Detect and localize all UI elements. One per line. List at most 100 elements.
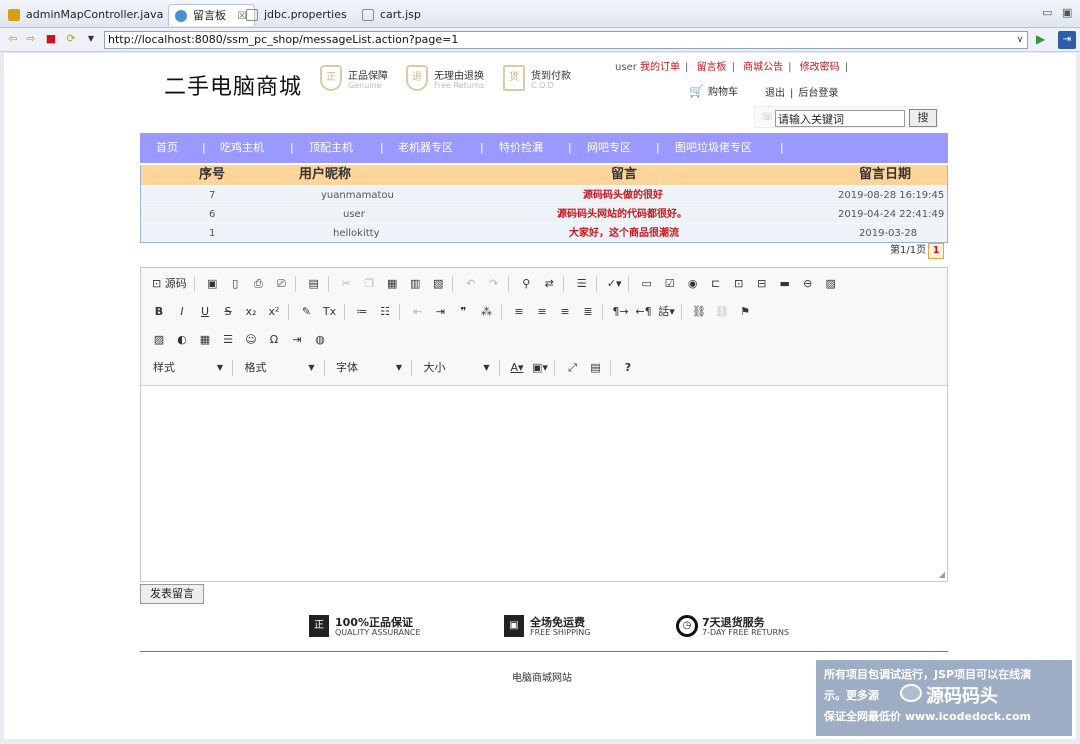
link-announcements[interactable]: 商城公告: [743, 62, 783, 73]
table-icon[interactable]: ▦: [195, 330, 215, 350]
nav-budget-zone[interactable]: 图吧垃圾佬专区: [675, 133, 752, 163]
minimize-icon[interactable]: ▭: [1042, 6, 1052, 19]
templates-icon[interactable]: ▤: [304, 274, 324, 294]
forward-icon[interactable]: ⇨: [24, 32, 38, 46]
cart-link[interactable]: 🛒 购物车: [689, 83, 738, 98]
iframe-icon[interactable]: ◍: [310, 330, 330, 350]
find-icon[interactable]: ⚲: [516, 274, 536, 294]
post-message-button[interactable]: 发表留言: [140, 584, 204, 604]
admin-login-link[interactable]: 后台登录: [798, 88, 838, 99]
paste-word-icon[interactable]: ▧: [428, 274, 448, 294]
align-right-icon[interactable]: ≡: [555, 302, 575, 322]
refresh-icon[interactable]: ⟳: [64, 32, 78, 46]
select-all-icon[interactable]: ☰: [572, 274, 592, 294]
maximize-icon[interactable]: ⤢: [563, 358, 583, 378]
link-message-board[interactable]: 留言板: [697, 62, 727, 73]
underline-icon[interactable]: U: [195, 302, 215, 322]
preview-icon[interactable]: ⎙: [248, 274, 268, 294]
page-1-button[interactable]: 1: [928, 243, 945, 259]
show-blocks-icon[interactable]: ▤: [586, 358, 606, 378]
bold-icon[interactable]: B: [149, 302, 169, 322]
nav-gaming-pc[interactable]: 吃鸡主机: [220, 133, 264, 163]
textfield-icon[interactable]: ⊏: [706, 274, 726, 294]
back-icon[interactable]: ⇦: [6, 32, 20, 46]
nav-top-config[interactable]: 顶配主机: [309, 133, 353, 163]
rtl-icon[interactable]: ←¶: [634, 302, 654, 322]
nav-bargains[interactable]: 特价捡漏: [499, 133, 543, 163]
cut-icon[interactable]: ✂: [336, 274, 356, 294]
anchor-icon[interactable]: ⚑: [735, 302, 755, 322]
ltr-icon[interactable]: ¶→: [611, 302, 631, 322]
subscript-icon[interactable]: x₂: [241, 302, 261, 322]
smiley-icon[interactable]: ☺: [241, 330, 261, 350]
horizontal-rule-icon[interactable]: ☰: [218, 330, 238, 350]
form-icon[interactable]: ▭: [637, 274, 657, 294]
tab-admin-map-controller[interactable]: adminMapController.java: [2, 4, 171, 26]
unlink-icon[interactable]: ⛓: [712, 302, 732, 322]
style-select[interactable]: 样式 ▼: [149, 358, 227, 378]
new-page-icon[interactable]: ▯: [225, 274, 245, 294]
textarea-icon[interactable]: ⊡: [729, 274, 749, 294]
editor-content-area[interactable]: [141, 386, 947, 563]
image-button-icon[interactable]: ⊖: [798, 274, 818, 294]
numbered-list-icon[interactable]: ≔: [352, 302, 372, 322]
select-icon[interactable]: ⊟: [752, 274, 772, 294]
chevron-down-icon[interactable]: ▼: [84, 32, 98, 46]
link-change-password[interactable]: 修改密码: [800, 62, 840, 73]
page-break-icon[interactable]: ⇥: [287, 330, 307, 350]
hidden-field-icon[interactable]: ▨: [821, 274, 841, 294]
button-icon[interactable]: ▬: [775, 274, 795, 294]
size-select[interactable]: 大小 ▼: [420, 358, 494, 378]
search-input[interactable]: [775, 110, 905, 127]
copy-format-icon[interactable]: ✎: [297, 302, 317, 322]
special-char-icon[interactable]: Ω: [264, 330, 284, 350]
align-center-icon[interactable]: ≡: [532, 302, 552, 322]
font-select[interactable]: 字体 ▼: [332, 358, 406, 378]
spellcheck-icon[interactable]: ✓▾: [604, 274, 624, 294]
nav-internet-cafe[interactable]: 网吧专区: [587, 133, 631, 163]
italic-icon[interactable]: I: [172, 302, 192, 322]
undo-icon[interactable]: ↶: [461, 274, 481, 294]
bulleted-list-icon[interactable]: ☷: [375, 302, 395, 322]
help-icon[interactable]: ?: [618, 358, 638, 378]
resize-handle-icon[interactable]: ◢: [939, 570, 945, 579]
go-icon[interactable]: ▶: [1036, 32, 1045, 46]
print-icon[interactable]: ⎚: [271, 274, 291, 294]
radio-icon[interactable]: ◉: [683, 274, 703, 294]
flash-icon[interactable]: ◐: [172, 330, 192, 350]
link-icon[interactable]: ⛓: [689, 302, 709, 322]
div-icon[interactable]: ⁂: [477, 302, 497, 322]
blockquote-icon[interactable]: ❞: [454, 302, 474, 322]
nav-home[interactable]: 首页: [156, 133, 178, 163]
replace-icon[interactable]: ⇄: [539, 274, 559, 294]
bg-color-icon[interactable]: ▣▾: [530, 358, 550, 378]
align-left-icon[interactable]: ≡: [509, 302, 529, 322]
open-external-icon[interactable]: ⇥: [1058, 31, 1076, 49]
copy-icon[interactable]: ❐: [359, 274, 379, 294]
search-button[interactable]: 搜: [909, 109, 937, 127]
outdent-icon[interactable]: ⇤: [408, 302, 428, 322]
superscript-icon[interactable]: x²: [264, 302, 284, 322]
url-field[interactable]: http://localhost:8080/ssm_pc_shop/messag…: [104, 31, 1028, 49]
image-icon[interactable]: ▨: [149, 330, 169, 350]
redo-icon[interactable]: ↷: [484, 274, 504, 294]
maximize-icon[interactable]: ▣: [1062, 6, 1072, 19]
language-icon[interactable]: 話▾: [657, 302, 677, 322]
format-select[interactable]: 格式 ▼: [241, 358, 319, 378]
paste-text-icon[interactable]: ▥: [405, 274, 425, 294]
justify-icon[interactable]: ≣: [578, 302, 598, 322]
nav-old-machines[interactable]: 老机器专区: [398, 133, 453, 163]
link-my-orders[interactable]: 我的订单: [640, 62, 680, 73]
source-button[interactable]: ⊡ 源码: [149, 274, 190, 294]
stop-icon[interactable]: ■: [44, 32, 58, 46]
save-icon[interactable]: ▣: [202, 274, 222, 294]
strike-icon[interactable]: S: [218, 302, 238, 322]
indent-icon[interactable]: ⇥: [431, 302, 451, 322]
paste-icon[interactable]: ▦: [382, 274, 402, 294]
tab-jdbc-properties[interactable]: jdbc.properties: [240, 4, 355, 26]
remove-format-icon[interactable]: Tx: [320, 302, 340, 322]
site-logo[interactable]: 二手电脑商城: [164, 69, 302, 101]
checkbox-icon[interactable]: ☑: [660, 274, 680, 294]
tab-cart-jsp[interactable]: cart.jsp: [356, 4, 429, 26]
logout-link[interactable]: 退出: [765, 88, 785, 99]
